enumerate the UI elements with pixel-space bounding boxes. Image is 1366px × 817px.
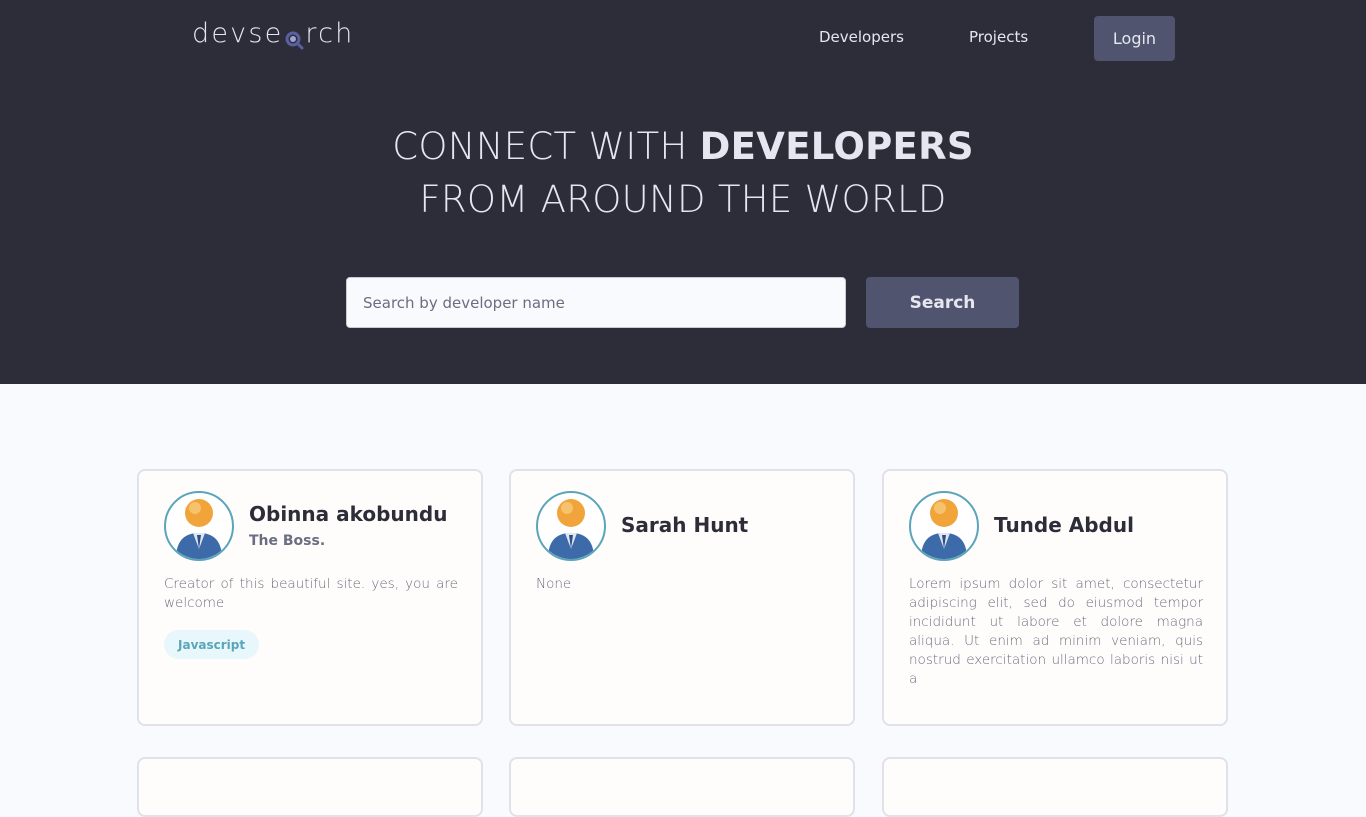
developer-card[interactable]: Tunde Abdul Lorem ipsum dolor sit amet, … — [882, 469, 1228, 726]
login-button[interactable]: Login — [1094, 16, 1175, 61]
default-user-avatar-icon — [909, 491, 979, 561]
default-user-avatar-icon — [164, 491, 234, 561]
developer-card[interactable]: Obinna akobundu The Boss. Creator of thi… — [137, 469, 483, 726]
developer-name: Obinna akobundu — [249, 502, 448, 526]
developer-headline: The Boss. — [249, 533, 326, 549]
nav-link-developers[interactable]: Developers — [819, 28, 904, 46]
developer-bio: Creator of this beautiful site. yes, you… — [164, 576, 458, 611]
hero-title-light: CONNECT WITH — [392, 125, 700, 168]
developer-bio: Lorem ipsum dolor sit amet, consectetur … — [909, 576, 1203, 687]
search-input[interactable] — [346, 277, 846, 328]
magnifier-icon — [284, 26, 304, 49]
hero-title-bold: DEVELOPERS — [699, 125, 974, 168]
skill-tag: Javascript — [164, 630, 260, 659]
hero-section: CONNECT WITH DEVELOPERS FROM AROUND THE … — [0, 76, 1366, 384]
developer-card[interactable] — [509, 757, 855, 817]
nav-link-projects[interactable]: Projects — [969, 28, 1028, 46]
logo-text-left: devse — [192, 18, 284, 49]
developer-name: Sarah Hunt — [621, 513, 749, 537]
default-user-avatar-icon — [536, 491, 606, 561]
hero-title: CONNECT WITH DEVELOPERS FROM AROUND THE … — [0, 120, 1366, 226]
top-navbar: devse rch Developers Projects Login — [0, 0, 1366, 76]
developer-card[interactable]: Sarah Hunt None — [509, 469, 855, 726]
hero-title-line2: FROM AROUND THE WORLD — [419, 178, 947, 221]
devsearch-logo[interactable]: devse rch — [192, 18, 355, 49]
logo-text-right: rch — [305, 18, 355, 49]
developer-card[interactable] — [137, 757, 483, 817]
developer-name: Tunde Abdul — [994, 513, 1134, 537]
search-button[interactable]: Search — [866, 277, 1019, 328]
developer-card[interactable] — [882, 757, 1228, 817]
developer-bio: None — [536, 576, 572, 592]
